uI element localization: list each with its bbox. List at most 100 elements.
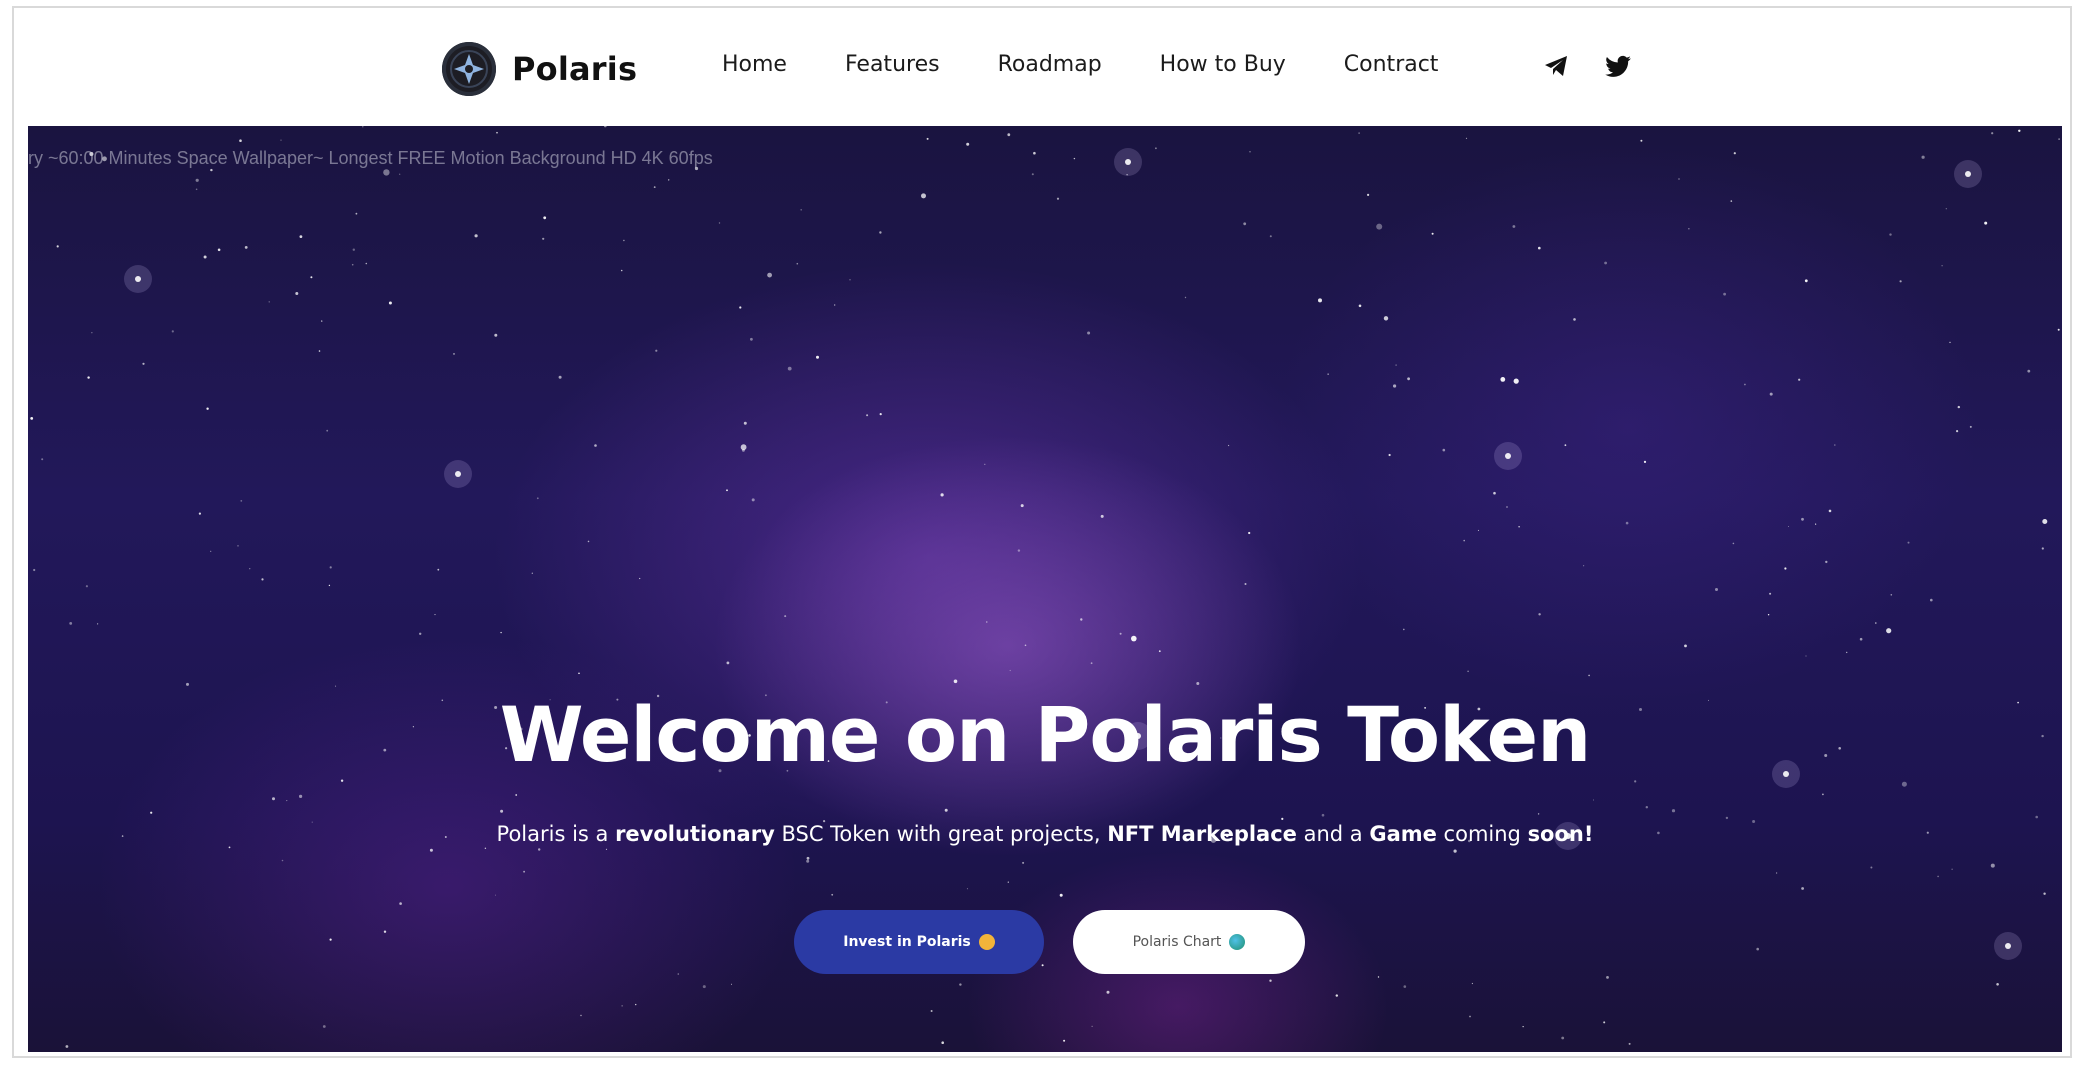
- star: [866, 414, 869, 417]
- star: [1335, 994, 1339, 997]
- star: [731, 983, 732, 985]
- polaris-logo-icon: [442, 42, 496, 96]
- star: [1469, 1015, 1471, 1018]
- telegram-icon[interactable]: [1542, 52, 1570, 80]
- star: [984, 463, 986, 465]
- star: [329, 566, 332, 569]
- nav-home[interactable]: Home: [722, 52, 787, 77]
- nav-contract[interactable]: Contract: [1344, 52, 1439, 77]
- star: [299, 235, 303, 238]
- star: [1393, 384, 1397, 388]
- star: [85, 585, 88, 588]
- star: [531, 572, 533, 574]
- star: [1846, 651, 1848, 654]
- brand[interactable]: Polaris: [442, 40, 637, 98]
- star: [750, 337, 753, 341]
- star: [515, 794, 518, 796]
- star: [668, 179, 670, 181]
- star: [87, 376, 90, 379]
- nav-roadmap[interactable]: Roadmap: [998, 52, 1102, 77]
- star: [237, 545, 239, 547]
- star: [318, 350, 321, 352]
- star: [1091, 1025, 1093, 1027]
- star: [329, 938, 332, 941]
- star: [69, 622, 73, 625]
- star: [171, 330, 174, 333]
- star: [653, 186, 656, 188]
- bright-star: [1125, 159, 1131, 165]
- bright-star: [1505, 453, 1511, 459]
- star: [800, 209, 802, 211]
- star: [1930, 598, 1933, 602]
- star: [543, 216, 547, 220]
- star: [580, 1014, 582, 1017]
- star: [1522, 1026, 1524, 1028]
- sub-text-1: Polaris is a: [496, 822, 616, 846]
- star: [1477, 529, 1479, 531]
- star: [1269, 235, 1272, 238]
- star: [1801, 887, 1804, 890]
- invest-button[interactable]: Invest in Polaris: [794, 910, 1044, 974]
- nav-how-to-buy[interactable]: How to Buy: [1160, 52, 1286, 77]
- star: [1604, 261, 1607, 265]
- main-menu: Home Features Roadmap How to Buy Contrac…: [722, 52, 1496, 77]
- hero-section: ry ~60:00 Minutes Space Wallpaper~ Longe…: [28, 126, 2062, 1052]
- star: [1990, 863, 1995, 868]
- star: [419, 632, 422, 635]
- star: [1573, 318, 1576, 321]
- twitter-icon[interactable]: [1604, 52, 1632, 80]
- star: [268, 301, 270, 303]
- star: [1625, 521, 1629, 525]
- star: [1031, 173, 1034, 176]
- star: [1243, 222, 1247, 226]
- star: [635, 1003, 637, 1006]
- star: [1358, 132, 1360, 134]
- star: [1403, 628, 1405, 631]
- star: [1024, 644, 1027, 647]
- star: [1825, 560, 1828, 564]
- star: [1442, 448, 1446, 452]
- star: [1100, 514, 1104, 518]
- star: [523, 870, 525, 873]
- nav-features[interactable]: Features: [845, 52, 940, 77]
- star: [796, 262, 799, 265]
- star: [816, 355, 819, 359]
- star: [1367, 193, 1370, 196]
- star: [299, 794, 303, 799]
- star: [1588, 674, 1590, 677]
- star: [1248, 531, 1251, 535]
- star: [142, 362, 145, 365]
- star: [1022, 861, 1025, 864]
- star: [186, 682, 189, 686]
- star: [1634, 780, 1637, 783]
- star: [1996, 983, 1999, 986]
- star: [879, 231, 882, 234]
- star: [1131, 635, 1137, 642]
- star: [1671, 809, 1676, 813]
- star: [310, 276, 313, 279]
- star: [718, 222, 721, 224]
- star: [536, 497, 539, 500]
- star: [437, 568, 440, 571]
- star: [474, 234, 478, 238]
- star: [352, 248, 355, 251]
- star: [1921, 155, 1925, 159]
- star: [1684, 644, 1687, 648]
- star: [1767, 614, 1770, 616]
- star: [206, 407, 209, 410]
- chart-button-label: Polaris Chart: [1132, 934, 1222, 950]
- starfield-background: [30, 126, 2060, 1048]
- star: [743, 421, 747, 425]
- star: [1453, 849, 1457, 853]
- star: [1870, 866, 1873, 869]
- star: [538, 848, 541, 851]
- chart-button[interactable]: Polaris Chart: [1073, 910, 1305, 974]
- star: [434, 614, 436, 616]
- star: [195, 188, 198, 191]
- star: [1859, 637, 1863, 641]
- star: [834, 304, 836, 306]
- star: [1020, 504, 1024, 508]
- star: [484, 847, 487, 849]
- star: [244, 246, 248, 249]
- star: [203, 255, 207, 259]
